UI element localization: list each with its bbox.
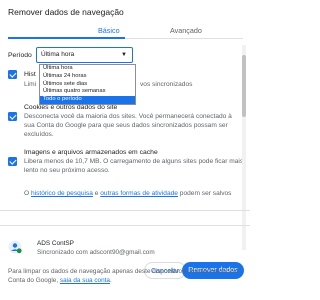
cache-title: Imagens e arquivos armazenados em cache: [24, 149, 158, 156]
note-prefix: O: [24, 190, 31, 197]
history-checkbox[interactable]: [8, 70, 17, 79]
period-dropdown: Última hora Últimas 24 horas Últimos set…: [39, 64, 136, 105]
footer-sentence: Para limpar os dados de navegação apenas…: [8, 268, 239, 284]
account-sync-status: Sincronizado com adscont90@gmail.com: [37, 249, 155, 256]
scrollbar-thumb[interactable]: [242, 55, 246, 117]
period-option-4w[interactable]: Últimas quatro semanas: [40, 88, 135, 96]
search-history-link[interactable]: histórico de pesquisa: [31, 190, 93, 197]
activity-note: O histórico de pesquisa e outras formas …: [24, 190, 244, 197]
history-desc-tail: vos sincronizados: [140, 81, 193, 88]
footer-text: Para limpar os dados de navegação apenas…: [8, 268, 244, 285]
sync-avatar-icon: [8, 240, 22, 254]
other-activity-link[interactable]: outras formas de atividade: [100, 190, 178, 197]
note-suffix: podem ser salvos: [177, 190, 232, 197]
cache-checkbox[interactable]: [8, 157, 17, 166]
cache-desc: Libera menos de 10,7 MB. O carregamento …: [24, 158, 244, 174]
chevron-down-icon: ▼: [121, 52, 127, 58]
tab-advanced[interactable]: Avançado: [170, 26, 202, 35]
cookies-checkbox[interactable]: [8, 112, 17, 121]
period-option-all-time[interactable]: Todo o período: [40, 96, 135, 104]
cookies-title: Cookies e outros dados do site: [24, 104, 118, 111]
footer-end: .: [109, 276, 112, 284]
divider: [0, 210, 250, 211]
history-title: Hist: [24, 71, 36, 78]
account-name: ADS ContSP: [37, 240, 74, 247]
period-selected-value: Última hora: [41, 51, 75, 58]
period-option-24h[interactable]: Últimas 24 horas: [40, 73, 135, 81]
period-select[interactable]: Última hora ▼: [36, 47, 133, 63]
period-option-last-hour[interactable]: Última hora: [40, 65, 135, 73]
tab-active-indicator: [8, 37, 125, 39]
divider: [0, 225, 250, 226]
tab-basic[interactable]: Básico: [98, 26, 120, 35]
dialog-title: Remover dados de navegação: [8, 7, 124, 17]
period-label: Período: [8, 52, 32, 59]
cookies-desc: Desconecta você da maioria dos sites. Vo…: [24, 113, 232, 138]
sign-out-link[interactable]: saia da sua conta: [60, 277, 110, 284]
tab-bar: Básico Avançado: [0, 22, 250, 40]
